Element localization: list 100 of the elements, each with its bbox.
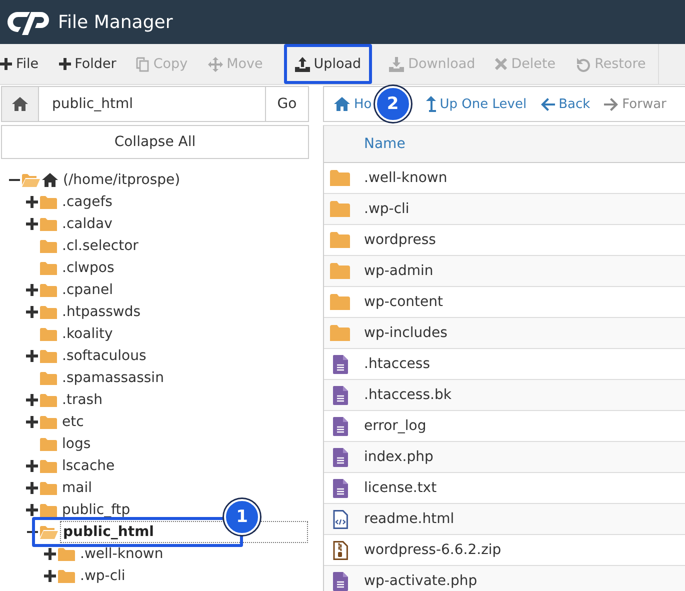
file-name[interactable]: .well-known (364, 170, 448, 186)
plus-icon (58, 58, 71, 70)
up-arrow-icon (426, 96, 436, 112)
folder-icon (330, 201, 350, 217)
file-name[interactable]: index.php (364, 449, 434, 465)
file-name[interactable]: wp-content (364, 294, 443, 310)
archive-icon (332, 540, 348, 560)
tree-item[interactable]: .cagefs (59, 191, 116, 213)
file-name[interactable]: .htaccess (364, 356, 430, 372)
tree-item[interactable]: lscache (59, 455, 118, 477)
move-icon (208, 56, 223, 72)
expand-toggle[interactable] (26, 350, 38, 362)
file-name[interactable]: .wp-cli (364, 201, 410, 217)
tree-item[interactable]: .softaculous (59, 345, 150, 367)
expand-toggle[interactable] (26, 504, 38, 516)
app-title: File Manager (58, 12, 173, 32)
tree-item[interactable]: (/home/itprospe) (60, 169, 184, 191)
go-button[interactable]: Go (265, 86, 309, 122)
tree-item[interactable]: .wp-cli (77, 565, 128, 587)
file-name[interactable]: readme.html (364, 511, 454, 527)
up-link[interactable]: Up One Level (426, 96, 527, 112)
folder-icon (40, 262, 57, 274)
home-button[interactable] (1, 86, 39, 122)
file-name[interactable]: .htaccess.bk (364, 387, 452, 403)
expand-toggle[interactable] (26, 416, 38, 428)
copy-icon (136, 56, 150, 72)
restore-icon (576, 56, 591, 72)
folder-icon (330, 232, 350, 248)
open-folder-icon (22, 174, 40, 186)
tree-item[interactable]: logs (59, 433, 94, 455)
expand-toggle[interactable] (26, 482, 38, 494)
column-header[interactable]: Name (364, 136, 406, 152)
file-name[interactable]: wordpress (364, 232, 436, 248)
document-icon (332, 448, 348, 466)
folder-icon (330, 263, 350, 279)
expand-toggle[interactable] (26, 394, 38, 406)
folder-icon (40, 350, 57, 362)
home-icon (334, 97, 350, 111)
upload-icon (294, 56, 310, 72)
document-icon (332, 416, 348, 436)
code-file-icon (332, 510, 348, 528)
back-arrow-icon (540, 98, 555, 110)
document-icon (332, 478, 348, 498)
tree-item[interactable]: .trash (59, 389, 106, 411)
expand-toggle[interactable] (26, 284, 38, 296)
plus-icon (0, 58, 12, 70)
expand-toggle[interactable] (26, 218, 38, 230)
path-field[interactable]: public_html (39, 86, 265, 122)
folder-icon (40, 306, 57, 318)
new-folder-button[interactable]: Folder (48, 44, 126, 84)
document-icon (332, 354, 348, 374)
new-file-button[interactable]: File (0, 44, 49, 84)
folder-icon (330, 325, 350, 341)
expand-toggle[interactable] (26, 306, 38, 318)
open-folder-icon (40, 526, 58, 538)
upload-button[interactable]: Upload (288, 49, 368, 79)
expand-toggle[interactable] (44, 570, 56, 582)
file-name[interactable]: error_log (364, 418, 426, 434)
tree-item[interactable]: .caldav (59, 213, 116, 235)
tree-item[interactable]: .cl.selector (59, 235, 142, 257)
home-icon (12, 97, 28, 111)
home-link[interactable]: Ho (334, 96, 372, 112)
file-name[interactable]: wordpress-6.6.2.zip (364, 542, 502, 558)
tree-item[interactable]: public_ftp (59, 499, 134, 521)
expand-toggle[interactable] (44, 548, 56, 560)
folder-icon (40, 394, 57, 406)
forward-arrow-icon (604, 98, 618, 110)
file-name[interactable]: wp-admin (364, 263, 434, 279)
folder-icon (330, 294, 350, 310)
folder-icon (58, 548, 75, 560)
folder-icon (40, 482, 57, 494)
folder-icon (58, 570, 75, 582)
tree-item[interactable]: .htpasswds (59, 301, 144, 323)
expand-toggle[interactable] (26, 196, 38, 208)
expand-toggle[interactable] (26, 530, 38, 534)
forward-link[interactable]: Forwar (604, 96, 666, 112)
back-link[interactable]: Back (540, 96, 590, 112)
tree-item[interactable]: .koality (59, 323, 116, 345)
tree-item[interactable]: .clwpos (59, 257, 118, 279)
file-name[interactable]: wp-includes (364, 325, 448, 341)
tree-item[interactable]: mail (59, 477, 95, 499)
folder-icon (40, 416, 57, 428)
folder-icon (40, 372, 57, 384)
collapse-all-button[interactable]: Collapse All (1, 125, 309, 159)
expand-toggle[interactable] (26, 460, 38, 472)
file-name[interactable]: license.txt (364, 480, 437, 496)
folder-icon (40, 284, 57, 296)
tree-item[interactable]: .spamassassin (59, 367, 167, 389)
folder-icon (40, 218, 57, 230)
folder-icon (40, 328, 57, 340)
expand-toggle[interactable] (8, 178, 20, 182)
delete-icon (495, 58, 508, 70)
download-icon (389, 56, 404, 72)
folder-icon (40, 504, 57, 516)
folder-icon (330, 170, 350, 186)
tree-item[interactable]: .well-known (77, 543, 166, 565)
folder-icon (40, 240, 57, 252)
tree-item[interactable]: etc (59, 411, 87, 433)
tree-item[interactable]: .cpanel (59, 279, 116, 301)
folder-icon (40, 460, 57, 472)
